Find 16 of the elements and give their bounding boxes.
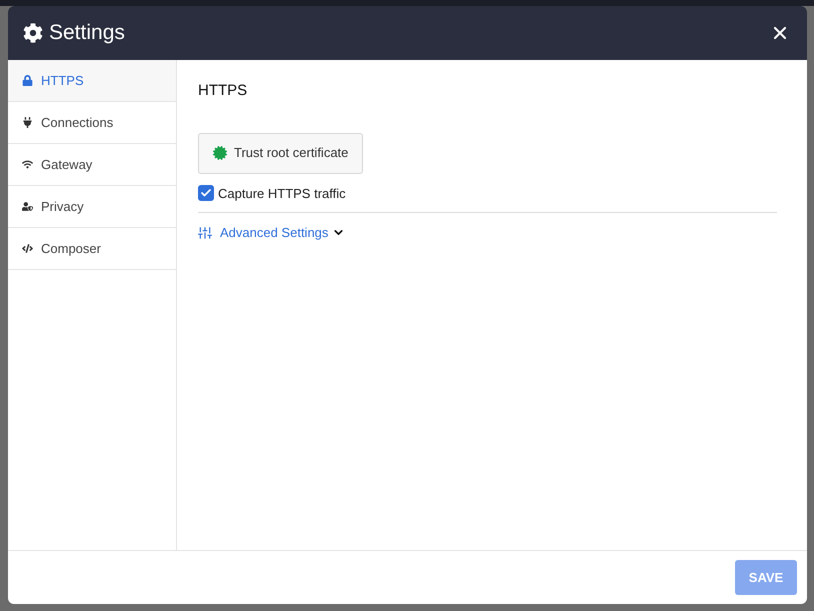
checkbox-label: Capture HTTPS traffic	[218, 184, 346, 203]
user-shield-icon	[22, 201, 33, 212]
plug-icon	[22, 117, 33, 128]
sidebar-item[interactable]: HTTPS	[8, 60, 176, 102]
certificate-icon	[213, 146, 227, 160]
sliders-icon	[198, 226, 212, 240]
section-heading: HTTPS	[198, 81, 248, 101]
advanced-settings-toggle[interactable]: Advanced Settings	[198, 223, 346, 242]
lock-icon	[22, 75, 33, 86]
check-icon	[200, 187, 212, 200]
capture-checkbox[interactable]	[198, 185, 214, 202]
wifi-icon	[22, 159, 33, 170]
dialog-title: Settings	[49, 20, 125, 46]
code-icon	[22, 243, 33, 254]
settings-icon	[23, 23, 43, 43]
trust-certificate-button[interactable]: Trust root certificate	[198, 132, 364, 174]
